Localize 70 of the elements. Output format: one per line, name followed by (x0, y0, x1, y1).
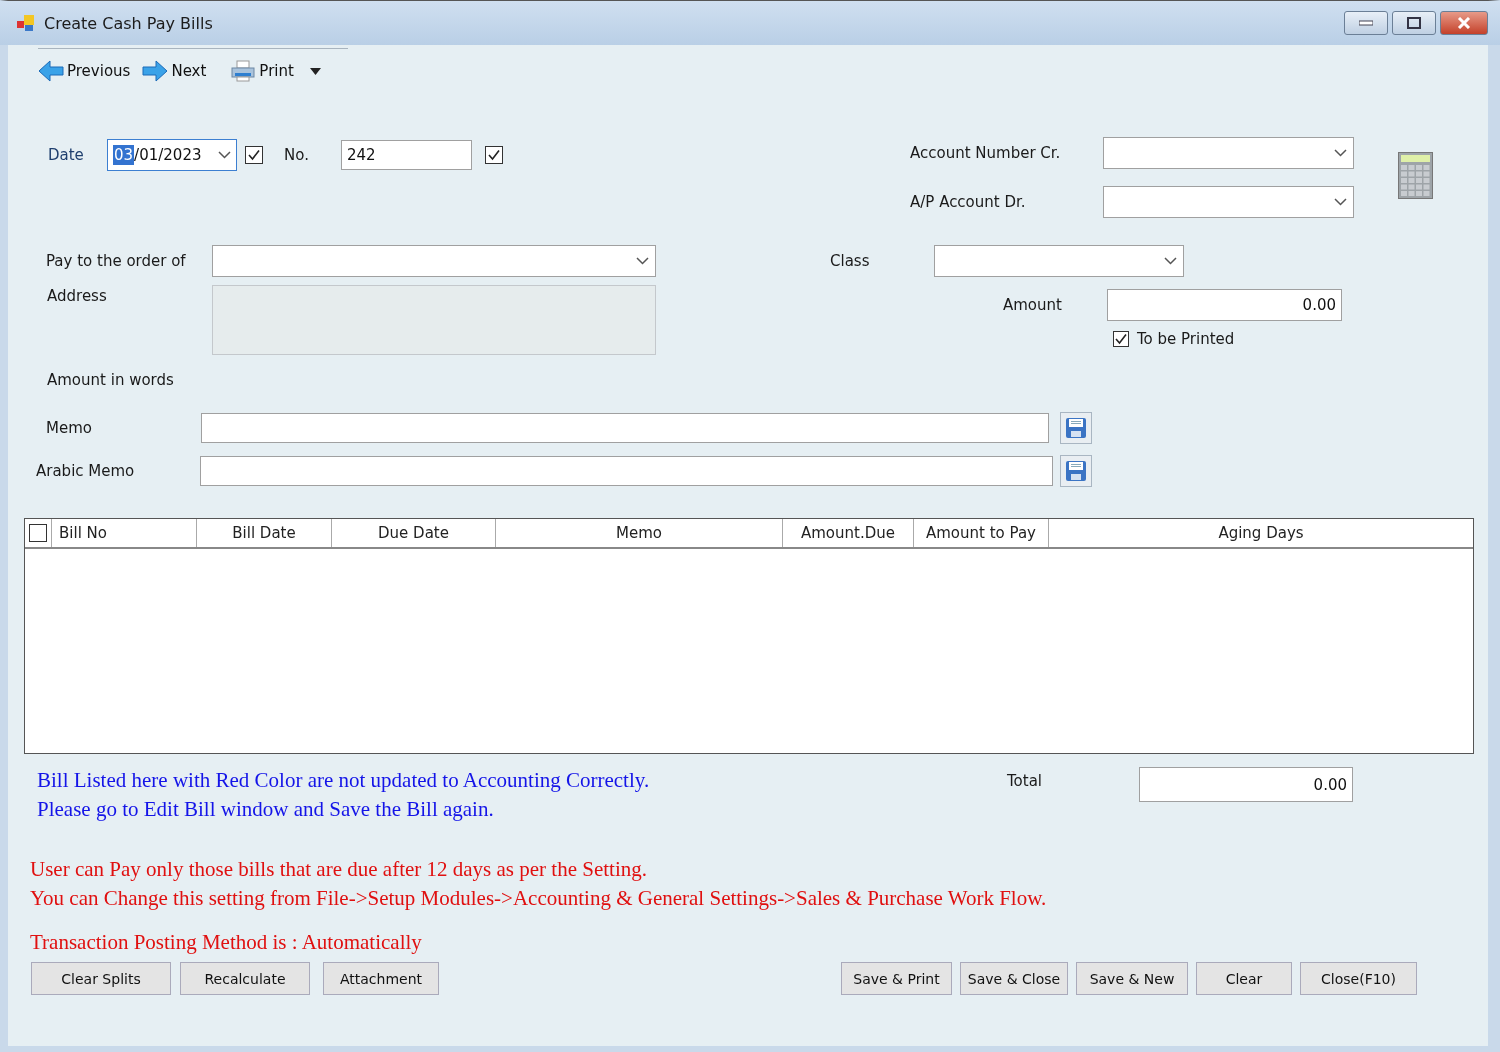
column-header[interactable]: Amount.Due (783, 519, 914, 547)
date-checkbox[interactable] (245, 145, 263, 164)
minimize-icon (1359, 20, 1373, 26)
to-be-printed-checkbox[interactable] (1113, 331, 1129, 347)
chevron-down-icon (1334, 148, 1347, 157)
date-label: Date (48, 146, 85, 164)
action-button[interactable]: Clear Splits (31, 962, 171, 995)
printer-icon (230, 59, 257, 83)
total-label: Total (1007, 772, 1044, 790)
maximize-button[interactable] (1392, 11, 1436, 35)
warning-note: You can Change this setting from File->Setup Modules->Accounting & General Settings->Sales & Purchase Work Flow. (30, 885, 1048, 912)
caret-down-icon (309, 67, 321, 75)
app-icon (16, 13, 36, 33)
date-field[interactable]: 03/01/2023 (107, 139, 237, 171)
number-checkbox[interactable] (485, 145, 503, 164)
action-button[interactable]: Save & New (1076, 962, 1188, 995)
column-header[interactable]: Amount to Pay (914, 519, 1049, 547)
total-field[interactable]: 0.00 (1139, 767, 1353, 802)
memo-field[interactable] (201, 413, 1049, 443)
column-header[interactable]: Bill Date (197, 519, 332, 547)
amount-field[interactable]: 0.00 (1107, 289, 1342, 321)
amount-in-words-label: Amount in words (47, 371, 174, 389)
minimize-button[interactable] (1344, 11, 1388, 35)
calculator-icon[interactable] (1398, 152, 1433, 199)
maximize-icon (1407, 17, 1421, 29)
chevron-down-icon (1334, 197, 1347, 206)
action-button[interactable]: Attachment (323, 962, 439, 995)
close-icon (1457, 17, 1471, 29)
arrow-left-icon (38, 59, 64, 83)
column-header[interactable]: Due Date (332, 519, 496, 547)
chevron-down-icon (218, 151, 231, 159)
address-label: Address (47, 287, 108, 305)
window-title: Create Cash Pay Bills (44, 13, 213, 33)
pay-to-dropdown[interactable] (212, 245, 656, 277)
column-header[interactable]: Aging Days (1049, 519, 1473, 547)
memo-label: Memo (46, 419, 93, 437)
action-button[interactable]: Close(F10) (1300, 962, 1417, 995)
amount-label: Amount (1003, 296, 1063, 314)
column-header[interactable]: Bill No (52, 519, 197, 547)
warning-note: User can Pay only those bills that are due after 12 days as per the Setting. (30, 856, 648, 883)
arrow-right-icon (142, 59, 169, 83)
action-button[interactable]: Recalculate (180, 962, 310, 995)
toolbar-button[interactable]: Next (140, 57, 209, 85)
ap-account-label: A/P Account Dr. (910, 192, 1027, 211)
info-note: Please go to Edit Bill window and Save the Bill again. (37, 796, 495, 823)
pay-to-label: Pay to the order of (46, 252, 187, 270)
info-note: Bill Listed here with Red Color are not updated to Accounting Correctly. (37, 767, 651, 794)
to-be-printed-label: To be Printed (1137, 330, 1235, 348)
number-field[interactable]: 242 (341, 140, 472, 170)
chevron-down-icon (1164, 257, 1177, 265)
class-dropdown[interactable] (934, 245, 1184, 277)
account-cr-dropdown[interactable] (1103, 136, 1354, 169)
account-cr-label: Account Number Cr. (910, 143, 1062, 162)
class-label: Class (830, 252, 871, 270)
action-button[interactable]: Save & Print (841, 962, 952, 995)
posting-method-note: Transaction Posting Method is : Automatically (30, 929, 423, 956)
arabic-memo-field[interactable] (200, 456, 1053, 486)
toolbar-button[interactable]: Previous (36, 57, 133, 85)
chevron-down-icon (636, 257, 649, 265)
close-button[interactable] (1440, 11, 1488, 35)
arabic-memo-label: Arabic Memo (36, 462, 136, 480)
action-button[interactable]: Save & Close (960, 962, 1068, 995)
action-button[interactable]: Clear (1196, 962, 1292, 995)
column-header[interactable]: Memo (496, 519, 783, 547)
number-label: No. (284, 146, 310, 164)
save-button[interactable] (1060, 455, 1092, 487)
save-button[interactable] (1060, 412, 1092, 444)
toolbar-button[interactable]: Print (228, 57, 296, 85)
select-all-checkbox[interactable] (29, 524, 47, 542)
ap-account-dropdown[interactable] (1103, 185, 1354, 218)
